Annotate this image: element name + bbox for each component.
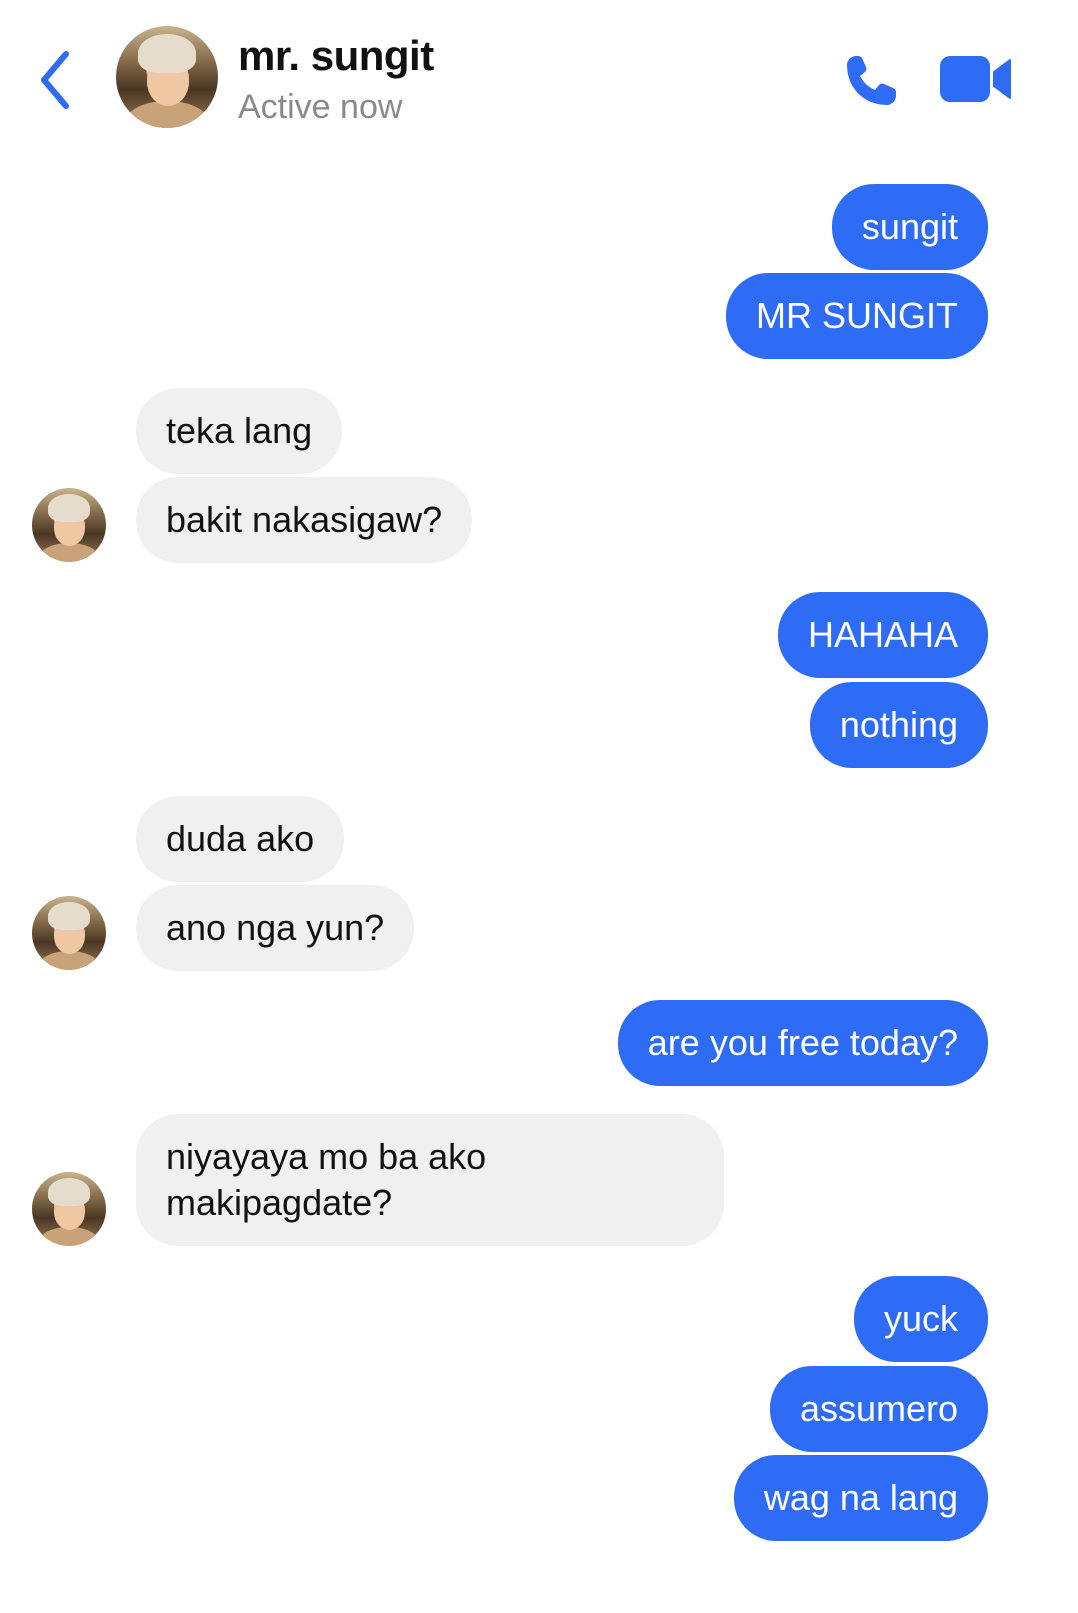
sent-message[interactable]: nothing — [809, 682, 988, 768]
contact-name[interactable]: mr. sungit — [238, 32, 434, 80]
sent-message[interactable]: yuck — [853, 1276, 988, 1362]
received-message[interactable]: teka lang — [136, 388, 343, 474]
phone-icon — [847, 56, 896, 105]
sent-message[interactable]: assumero — [769, 1366, 988, 1452]
sent-message[interactable]: are you free today? — [617, 1000, 988, 1086]
active-status: Active now — [238, 88, 403, 126]
sent-message[interactable]: wag na lang — [733, 1455, 988, 1541]
sent-message[interactable]: sungit — [831, 184, 988, 270]
received-message[interactable]: ano nga yun? — [136, 885, 415, 971]
back-button[interactable] — [34, 48, 78, 112]
chevron-left-icon — [41, 51, 69, 109]
contact-avatar[interactable] — [116, 26, 218, 128]
voice-call-button[interactable] — [842, 52, 900, 110]
contact-avatar-small[interactable] — [32, 1172, 106, 1246]
contact-avatar-small[interactable] — [32, 896, 106, 970]
sent-message[interactable]: HAHAHA — [777, 592, 988, 678]
video-call-button[interactable] — [940, 54, 1012, 104]
received-message[interactable]: duda ako — [136, 796, 345, 882]
sent-message[interactable]: MR SUNGIT — [726, 273, 988, 359]
contact-avatar-small[interactable] — [32, 488, 106, 562]
received-message[interactable]: niyayaya mo ba ako makipagdate? — [136, 1114, 724, 1246]
video-camera-icon — [940, 56, 1011, 102]
chat-header: mr. sungit Active now — [0, 0, 1078, 160]
received-message[interactable]: bakit nakasigaw? — [136, 477, 473, 563]
